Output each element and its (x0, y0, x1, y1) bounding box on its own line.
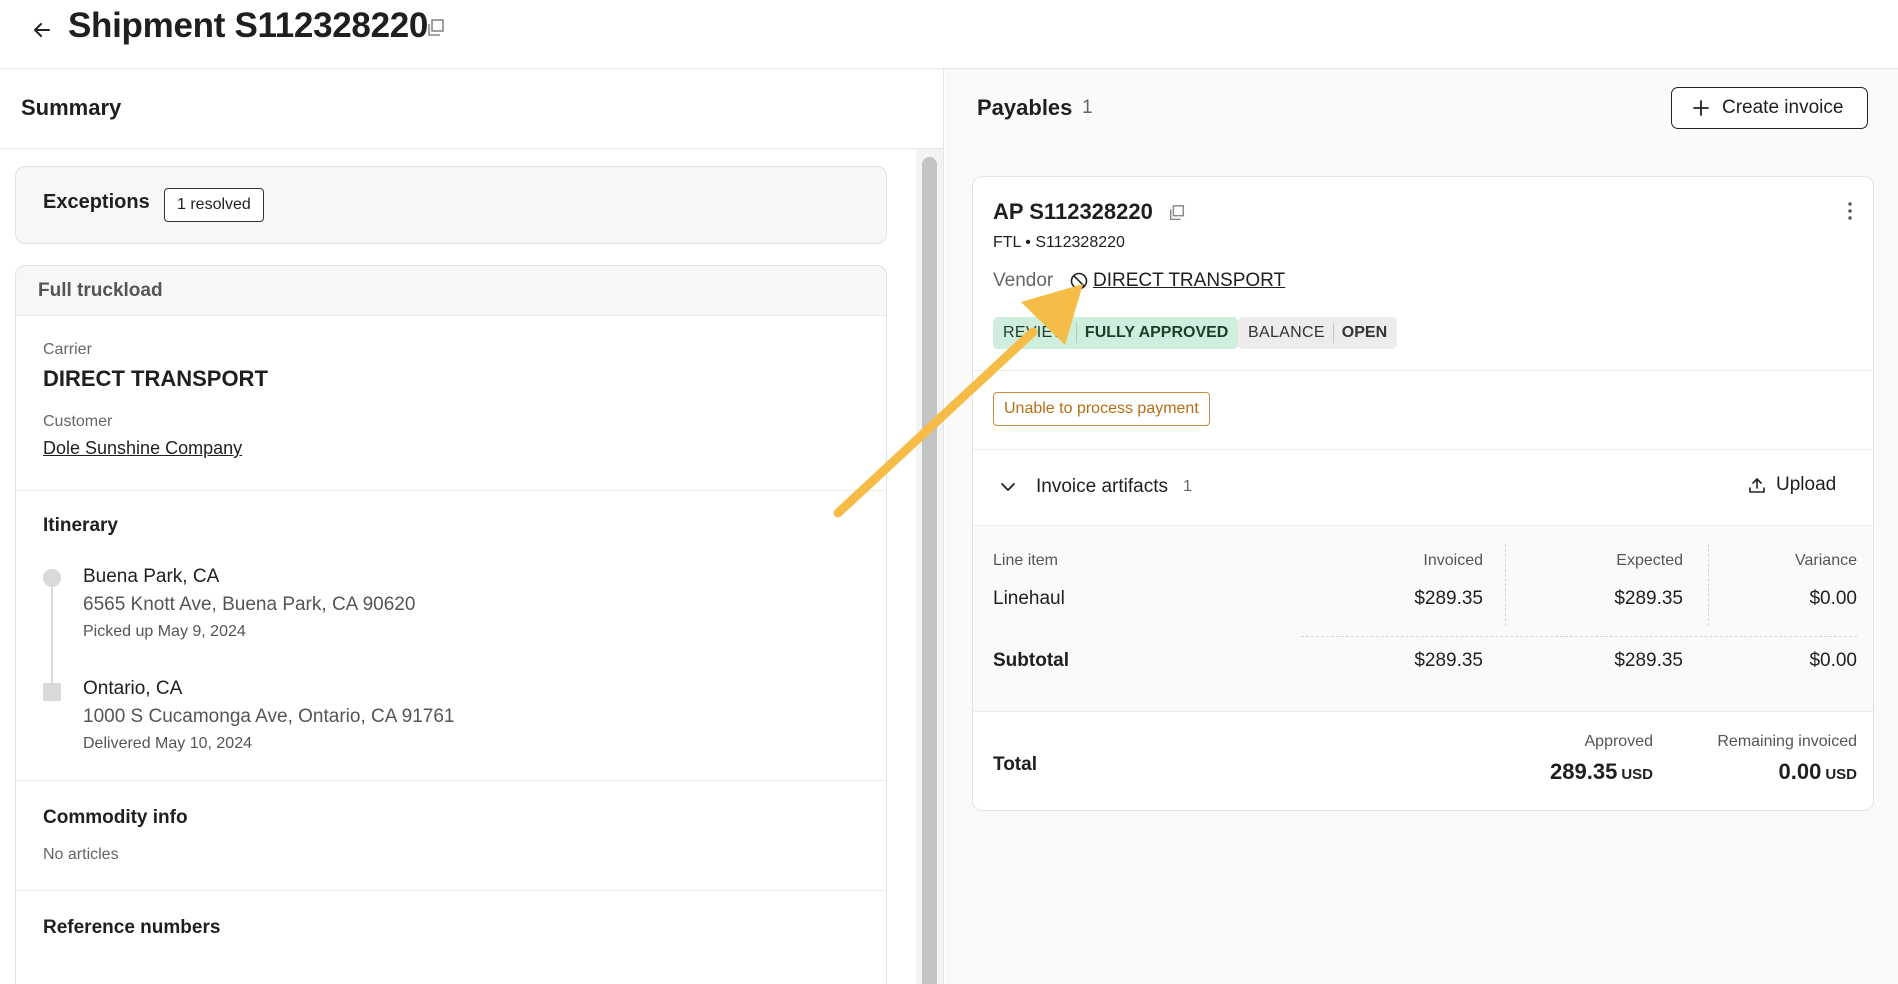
create-invoice-button[interactable]: Create invoice (1671, 87, 1868, 129)
payables-header: Payables 1 Create invoice (945, 69, 1898, 149)
delivery-marker-icon (43, 683, 61, 701)
line-item-name: Linehaul (993, 588, 1065, 609)
review-chip-key: REVIEW (1003, 324, 1068, 341)
carrier-name: DIRECT TRANSPORT (43, 366, 268, 391)
payable-card: AP S112328220 FTL • S112328220 Vendor DI… (972, 176, 1874, 811)
mode-header: Full truckload (16, 266, 886, 316)
row-separator (1301, 636, 1857, 637)
approved-value: 289.35 (1550, 759, 1618, 784)
references-section: Reference numbers (16, 891, 886, 984)
balance-status-chip: BALANCE OPEN (1238, 317, 1398, 349)
summary-header: Summary (0, 69, 943, 149)
back-button[interactable] (26, 14, 58, 46)
summary-title: Summary (21, 95, 122, 120)
remaining-value: 0.00 (1778, 759, 1822, 784)
subtotal-label: Subtotal (993, 650, 1069, 671)
more-options-icon[interactable] (1838, 199, 1862, 223)
vendor-name: DIRECT TRANSPORT (1093, 270, 1286, 291)
carrier-label: Carrier (43, 341, 92, 358)
commodity-title: Commodity info (43, 807, 188, 828)
review-status-chip: REVIEW FULLY APPROVED (993, 317, 1239, 349)
line-item-invoiced: $289.35 (1414, 588, 1483, 609)
upload-button[interactable]: Upload (1748, 474, 1836, 496)
stop-event: Picked up May 9, 2024 (83, 623, 246, 640)
references-title: Reference numbers (43, 917, 221, 938)
approved-currency: USD (1621, 766, 1653, 783)
copy-icon[interactable] (426, 18, 446, 38)
stop-event: Delivered May 10, 2024 (83, 735, 252, 752)
copy-icon[interactable] (1168, 204, 1186, 222)
itinerary-line (51, 577, 53, 687)
exceptions-badge[interactable]: 1 resolved (164, 188, 264, 222)
column-header-expected: Expected (1616, 552, 1683, 569)
approved-total: 289.35 USD (1453, 759, 1653, 785)
upload-label: Upload (1776, 474, 1837, 495)
line-item-expected: $289.35 (1614, 588, 1683, 609)
page-title: Shipment S112328220 (68, 6, 429, 45)
payment-warning-badge: Unable to process payment (993, 392, 1210, 426)
review-chip-value: FULLY APPROVED (1075, 323, 1238, 343)
remaining-currency: USD (1825, 766, 1857, 783)
stop-address: 6565 Knott Ave, Buena Park, CA 90620 (83, 594, 416, 615)
pickup-marker-icon (43, 569, 61, 587)
create-invoice-label: Create invoice (1722, 97, 1844, 118)
customer-link[interactable]: Dole Sunshine Company (43, 438, 242, 459)
vendor-label: Vendor (993, 270, 1054, 291)
payable-subtitle: FTL • S112328220 (993, 234, 1125, 251)
commodity-section: Commodity info No articles (16, 781, 886, 891)
column-header-variance: Variance (1795, 552, 1857, 569)
remaining-label: Remaining invoiced (1717, 733, 1857, 750)
column-header-invoiced: Invoiced (1423, 552, 1483, 569)
itinerary-title: Itinerary (43, 515, 118, 536)
itinerary-section: Itinerary Buena Park, CA 6565 Knott Ave,… (16, 491, 886, 781)
payables-count: 1 (1082, 97, 1093, 118)
subtotal-expected: $289.35 (1614, 650, 1683, 671)
shipment-details-card: Full truckload Carrier DIRECT TRANSPORT … (15, 265, 887, 984)
subtotal-invoiced: $289.35 (1414, 650, 1483, 671)
customer-label: Customer (43, 413, 113, 430)
payables-panel: Payables 1 Create invoice AP S112328220 … (945, 69, 1898, 984)
mode-label: Full truckload (38, 280, 163, 301)
summary-panel: Summary Exceptions 1 resolved Full truck… (0, 69, 944, 984)
commodity-value: No articles (43, 846, 119, 863)
stop-city: Buena Park, CA (83, 566, 220, 587)
approved-label: Approved (1584, 733, 1654, 750)
payables-title: Payables (977, 95, 1073, 120)
chevron-down-icon[interactable] (999, 478, 1017, 496)
column-separator (1708, 544, 1709, 626)
upload-icon (1749, 478, 1765, 493)
invoice-artifacts-label: Invoice artifacts (1036, 476, 1168, 497)
remaining-total: 0.00 USD (1657, 759, 1858, 785)
line-item-variance: $0.00 (1809, 588, 1857, 609)
column-separator (1505, 544, 1506, 626)
column-header-line-item: Line item (993, 552, 1058, 569)
parties-section: Carrier DIRECT TRANSPORT Customer Dole S… (16, 316, 886, 491)
balance-chip-value: OPEN (1332, 323, 1397, 343)
invoice-artifacts-row[interactable]: Invoice artifacts 1 Upload (973, 450, 1873, 525)
total-label: Total (993, 754, 1037, 775)
exceptions-label: Exceptions (43, 191, 150, 213)
balance-chip-key: BALANCE (1248, 324, 1325, 341)
exceptions-card: Exceptions 1 resolved (15, 166, 887, 244)
vendor-link[interactable]: DIRECT TRANSPORT (1069, 270, 1285, 292)
stop-city: Ontario, CA (83, 678, 183, 699)
plus-icon (1693, 100, 1709, 116)
invoice-artifacts-count: 1 (1183, 478, 1192, 495)
scrollbar[interactable] (916, 149, 943, 984)
subtotal-variance: $0.00 (1809, 650, 1857, 671)
divider (973, 711, 1873, 712)
stop-address: 1000 S Cucamonga Ave, Ontario, CA 91761 (83, 706, 455, 727)
divider (973, 370, 1873, 371)
scrollbar-thumb[interactable] (922, 157, 937, 984)
line-items-table: Line item Invoiced Expected Variance Lin… (973, 526, 1873, 711)
arrow-left-icon (34, 23, 50, 37)
page-header: Shipment S112328220 (0, 0, 1898, 69)
payable-title: AP S112328220 (993, 199, 1153, 224)
blocked-icon (1070, 272, 1088, 290)
